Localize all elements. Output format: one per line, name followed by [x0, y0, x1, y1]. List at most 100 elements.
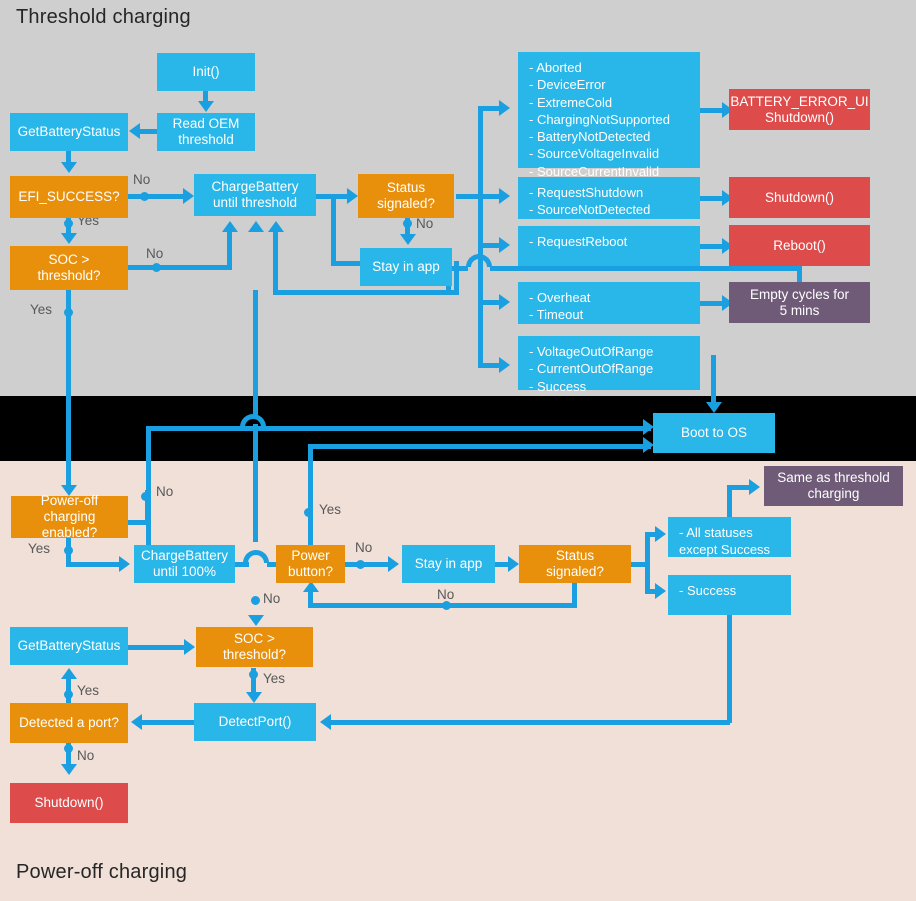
edge-vertical-through-band-lower [253, 424, 258, 542]
node-detected-a-port[interactable]: Detected a port? [10, 703, 128, 743]
edge-junction-dot [152, 263, 161, 272]
node-get-battery-status-bottom[interactable]: GetBatteryStatus [10, 627, 128, 665]
arrowhead-right [347, 188, 358, 204]
edge-junction-dot [140, 192, 149, 201]
edge-junction-dot [403, 219, 412, 228]
arrowhead-right [499, 100, 510, 116]
status-branch-spine-bottom [645, 532, 650, 594]
arrowhead-down [198, 101, 214, 112]
edge-enabled-yes-h [66, 562, 124, 567]
edge-junction-dot [141, 492, 150, 501]
edge-chargebattery-branch-h [331, 261, 363, 266]
arrowhead-right [749, 479, 760, 495]
node-soc-threshold[interactable]: SOC > threshold? [10, 246, 128, 290]
arrowhead-right [499, 237, 510, 253]
node-battery-error-ui[interactable]: BATTERY_ERROR_UI Shutdown() [729, 89, 870, 130]
edge-label-soc-yes: Yes [30, 302, 53, 317]
arrowhead-down [706, 402, 722, 413]
edge-readoem-to-getbatterystatus [139, 129, 159, 134]
arrowhead-left [131, 714, 142, 730]
edge-allstatuses-to-same-v [727, 485, 732, 521]
edge-stayinapp-loop-up [273, 232, 278, 294]
threshold-charging-title: Threshold charging [16, 6, 191, 28]
edge-efi-no [128, 194, 188, 199]
node-charge-battery-until-threshold[interactable]: ChargeBattery until threshold [194, 174, 316, 216]
node-empty-cycles[interactable]: Empty cycles for 5 mins [729, 282, 870, 323]
arrowhead-down [61, 162, 77, 173]
edge-label-soc-no: No [146, 246, 164, 261]
arrowhead-up [248, 221, 264, 232]
node-stay-in-app-bottom[interactable]: Stay in app [402, 545, 495, 583]
arrowhead-down [61, 764, 77, 775]
edge-chargebattery-branch-v [331, 194, 336, 266]
node-status-signaled-bottom[interactable]: Status signaled? [519, 545, 631, 583]
arrowhead-down [61, 233, 77, 244]
arrowhead-right [119, 556, 130, 572]
arrowhead-right [388, 556, 399, 572]
node-get-battery-status[interactable]: GetBatteryStatus [10, 113, 128, 151]
arrowhead-up [61, 668, 77, 679]
edge-vertical-through-band [253, 290, 258, 418]
arrowhead-right [499, 188, 510, 204]
node-same-as-threshold-charging[interactable]: Same as threshold charging [764, 466, 903, 506]
edge-junction-dot [304, 508, 313, 517]
edge-emptycycles-loop-h [490, 266, 802, 271]
edge-junction-dot [442, 601, 451, 610]
arrowhead-right [183, 188, 194, 204]
edge-detectport-to-detected [140, 720, 196, 725]
edge-label-stayinapp-no: No [437, 587, 455, 602]
node-boot-to-os[interactable]: Boot to OS [653, 413, 775, 453]
node-shutdown-bottom[interactable]: Shutdown() [10, 783, 128, 823]
edge-getbattery-to-soc-bottom [128, 645, 190, 650]
node-all-statuses-except-success[interactable]: - All statuses except Success [668, 517, 791, 557]
node-success[interactable]: - Success [668, 575, 791, 615]
arrowhead-right [508, 556, 519, 572]
node-status-list-errors[interactable]: - Aborted - DeviceError - ExtremeCold - … [518, 52, 700, 179]
arrowhead-right [499, 294, 510, 310]
edge-soc-yes-down [66, 290, 71, 490]
edge-junction-dot [249, 670, 258, 679]
edge-junction-dot [64, 219, 73, 228]
edge-success-down [727, 615, 732, 723]
edge-success-to-detectport [330, 720, 730, 725]
node-status-list-reboot[interactable]: - RequestReboot [518, 226, 700, 266]
arrowhead-right [655, 583, 666, 599]
node-shutdown[interactable]: Shutdown() [729, 177, 870, 218]
node-power-off-charging-enabled[interactable]: Power-off charging enabled? [11, 493, 128, 540]
arrowhead-down [248, 615, 264, 626]
node-status-list-shutdown[interactable]: - RequestShutdown - SourceNotDetected [518, 177, 700, 219]
power-off-charging-title: Power-off charging [16, 861, 188, 883]
node-read-oem-threshold[interactable]: Read OEM threshold [157, 113, 255, 151]
node-reboot[interactable]: Reboot() [729, 225, 870, 266]
edge-label-enabled-no: No [156, 484, 174, 499]
edge-soc-no-h [128, 265, 232, 270]
node-efi-success[interactable]: EFI_SUCCESS? [10, 176, 128, 218]
edge-label-status-no: No [416, 216, 434, 231]
edge-junction-dot [64, 308, 73, 317]
edge-status-no-up [308, 592, 313, 606]
edge-soc-no-v [227, 232, 232, 268]
node-status-signaled[interactable]: Status signaled? [358, 174, 454, 218]
arrowhead-right [499, 357, 510, 373]
edge-label-soc-no-bottom: No [263, 591, 281, 606]
status-branch-spine [478, 106, 483, 368]
node-status-list-overheat[interactable]: - Overheat - Timeout [518, 282, 700, 324]
edge-junction-dot [64, 690, 73, 699]
arrowhead-left [129, 123, 140, 139]
node-stay-in-app[interactable]: Stay in app [360, 248, 452, 286]
edge-label-enabled-yes: Yes [28, 541, 51, 556]
node-power-button[interactable]: Power button? [276, 545, 345, 583]
edge-label-port-yes: Yes [77, 683, 100, 698]
arrowhead-left [320, 714, 331, 730]
node-init[interactable]: Init() [157, 53, 255, 91]
edge-powerbtn-no [345, 562, 393, 567]
node-soc-threshold-bottom[interactable]: SOC > threshold? [196, 627, 313, 667]
node-detect-port[interactable]: DetectPort() [194, 703, 316, 741]
arrowhead-right [184, 639, 195, 655]
node-status-list-success[interactable]: - VoltageOutOfRange - CurrentOutOfRange … [518, 336, 700, 394]
arrowhead-down [400, 234, 416, 245]
edge-successlist-to-bootos [711, 355, 716, 407]
edge-label-soc-yes-bottom: Yes [263, 671, 286, 686]
edge-label-powerbtn-no: No [355, 540, 373, 555]
node-charge-battery-100[interactable]: ChargeBattery until 100% [134, 545, 235, 583]
